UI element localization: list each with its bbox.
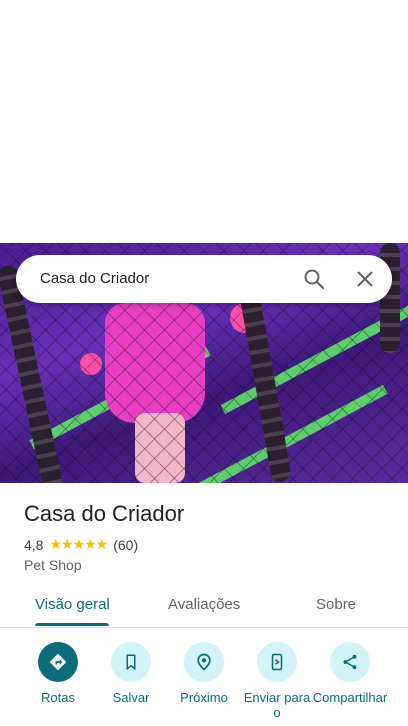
close-icon[interactable] xyxy=(353,267,377,291)
nearby-button[interactable]: Próximo xyxy=(166,640,242,705)
action-bar: Rotas Salvar Próximo Enviar para o Compa… xyxy=(0,640,408,726)
directions-label: Rotas xyxy=(41,690,75,705)
tab-bar: Visão geral Avaliações Sobre xyxy=(0,585,408,628)
place-name: Casa do Criador xyxy=(24,501,185,526)
active-tab-indicator xyxy=(35,623,109,626)
search-bar[interactable]: Casa do Criador xyxy=(16,255,392,303)
tab-about[interactable]: Sobre xyxy=(316,596,356,613)
tab-reviews[interactable]: Avaliações xyxy=(168,596,240,613)
send-to-phone-button[interactable]: Enviar para o xyxy=(239,640,315,720)
rating-value: 4,8 xyxy=(24,536,44,553)
bookmark-icon xyxy=(111,642,151,682)
nearby-label: Próximo xyxy=(180,690,228,705)
share-icon xyxy=(330,642,370,682)
save-label: Salvar xyxy=(112,690,150,705)
search-query[interactable]: Casa do Criador xyxy=(40,270,149,287)
search-icon[interactable] xyxy=(302,267,326,291)
star-rating-icon: ★★★★★ xyxy=(49,536,108,552)
share-button[interactable]: Compartilhar xyxy=(312,640,388,705)
directions-icon xyxy=(38,642,78,682)
directions-button[interactable]: Rotas xyxy=(20,640,96,705)
rating-row[interactable]: 4,8 ★★★★★ (60) xyxy=(24,536,138,553)
send-to-phone-icon xyxy=(257,642,297,682)
place-category: Pet Shop xyxy=(24,557,82,573)
review-count[interactable]: (60) xyxy=(113,537,138,553)
send-to-phone-label: Enviar para o xyxy=(243,690,311,720)
nearby-icon xyxy=(184,642,224,682)
map-area[interactable] xyxy=(0,0,408,243)
save-button[interactable]: Salvar xyxy=(93,640,169,705)
tab-overview[interactable]: Visão geral xyxy=(35,596,110,613)
share-label: Compartilhar xyxy=(312,690,388,705)
